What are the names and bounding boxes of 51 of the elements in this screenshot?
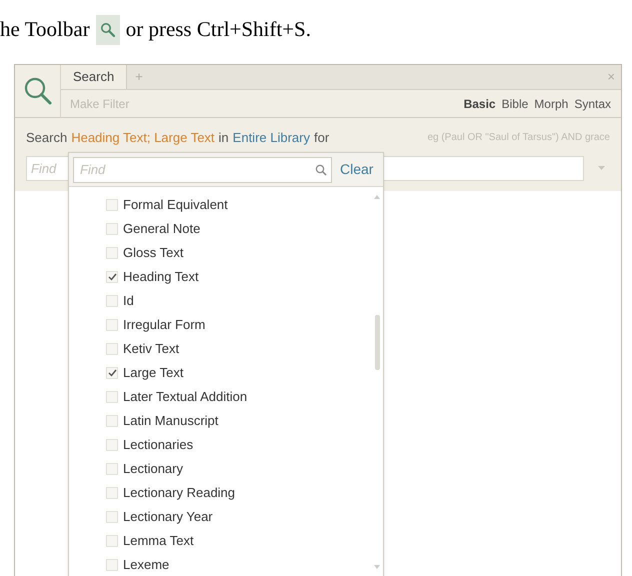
search-icon (315, 164, 327, 176)
search-tab[interactable]: Search (61, 65, 128, 89)
field-option[interactable]: Later Textual Addition (123, 387, 248, 407)
field-option[interactable]: General Note (123, 219, 200, 239)
scroll-up-icon[interactable] (374, 195, 380, 199)
library-link[interactable]: Entire Library (232, 128, 310, 148)
checkbox[interactable] (106, 199, 118, 211)
checkbox[interactable] (106, 295, 118, 307)
checkbox[interactable] (106, 223, 118, 235)
field-option[interactable]: Id (123, 291, 134, 311)
scroll-down-icon[interactable] (374, 565, 380, 569)
checkbox[interactable] (106, 343, 118, 355)
query-text: in (218, 129, 229, 147)
checkbox[interactable] (106, 367, 118, 379)
checkbox[interactable] (106, 247, 118, 259)
mode-tab[interactable]: Syntax (574, 94, 611, 112)
field-option[interactable]: Lexeme (123, 555, 170, 575)
clear-button[interactable]: Clear (340, 159, 374, 180)
search-icon (96, 15, 120, 45)
field-option[interactable]: Irregular Form (123, 315, 206, 335)
field-option[interactable]: Lectionary Reading (123, 483, 236, 503)
checkbox[interactable] (106, 463, 118, 475)
field-option[interactable]: Large Text (123, 363, 184, 383)
query-text: Search (26, 129, 68, 147)
mode-tab[interactable]: Morph (534, 94, 568, 112)
checkbox[interactable] (106, 439, 118, 451)
field-option[interactable]: Latin Manuscript (123, 411, 218, 431)
field-option[interactable]: Lectionaries (123, 435, 194, 455)
body-text: or press Ctrl+Shift+S. (126, 16, 311, 44)
field-option[interactable]: Lemma Text (123, 531, 194, 551)
field-option[interactable]: Formal Equivalent (123, 195, 228, 215)
body-text: he Toolbar (0, 16, 90, 44)
checkbox[interactable] (106, 271, 118, 283)
query-text: for (314, 129, 330, 147)
mode-tab[interactable]: Bible (502, 94, 528, 112)
checkbox[interactable] (106, 415, 118, 427)
scrollbar-thumb[interactable] (375, 315, 380, 370)
mode-tab[interactable]: Basic (464, 94, 496, 112)
field-option[interactable]: Gloss Text (123, 243, 184, 263)
checkbox[interactable] (106, 487, 118, 499)
field-option[interactable]: Lectionary Year (123, 507, 213, 527)
checkbox[interactable] (106, 511, 118, 523)
checkbox[interactable] (106, 535, 118, 547)
filter-field[interactable]: Find (73, 156, 332, 182)
field-option[interactable]: Heading Text (123, 267, 199, 287)
checkbox[interactable] (106, 319, 118, 331)
field-option[interactable]: Ketiv Text (123, 339, 180, 359)
checkbox[interactable] (106, 391, 118, 403)
checkbox[interactable] (106, 559, 118, 571)
field-option[interactable]: Lectionary (123, 459, 183, 479)
dropdown-arrow-icon[interactable] (598, 166, 605, 170)
